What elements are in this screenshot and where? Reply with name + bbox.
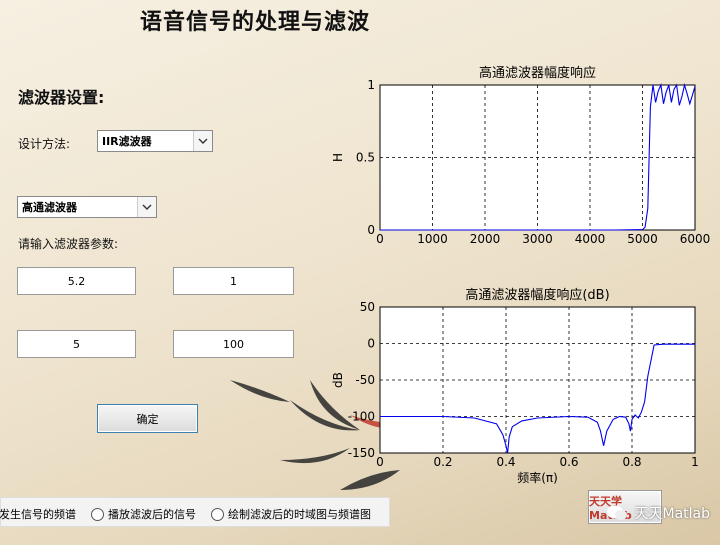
radio-circle-icon bbox=[91, 507, 104, 521]
radio-plot-filtered-label: 绘制滤波后的时域图与频谱图 bbox=[228, 508, 371, 521]
param-input-2[interactable]: 1 bbox=[173, 267, 294, 295]
bottom-radio-bar: 发生信号的频谱 播放滤波后的信号 绘制滤波后的时域图与频谱图 bbox=[0, 497, 390, 527]
param-input-4[interactable]: 100 bbox=[173, 330, 294, 358]
x-tick-label: 3000 bbox=[522, 232, 553, 246]
x-tick-label: 1 bbox=[691, 455, 699, 469]
chevron-down-icon bbox=[193, 131, 212, 151]
y-tick-label: 50 bbox=[360, 300, 375, 314]
x-tick-label: 0 bbox=[376, 232, 384, 246]
x-tick-label: 1000 bbox=[417, 232, 448, 246]
radio-circle-icon bbox=[211, 507, 224, 521]
y-tick-label: 0 bbox=[367, 337, 375, 351]
x-tick-label: 6000 bbox=[680, 232, 711, 246]
design-method-value: IIR滤波器 bbox=[102, 135, 152, 148]
x-tick-label: 0.6 bbox=[559, 455, 578, 469]
page-title: 语音信号的处理与滤波 bbox=[140, 9, 371, 35]
magnitude-response-db-chart: 高通滤波器幅度响应(dB) 0 0.2 0.4 0.6 0.8 1 50 0 -50 -100 -15… bbox=[331, 287, 699, 485]
x-axis-label: 频率(π) bbox=[517, 470, 558, 485]
chart-title: 高通滤波器幅度响应 bbox=[479, 65, 596, 81]
radio-play-filtered[interactable]: 播放滤波后的信号 bbox=[91, 506, 196, 522]
watermark: 天天Matlab bbox=[606, 503, 710, 523]
filter-type-value: 高通滤波器 bbox=[22, 201, 77, 214]
y-axis-label: H bbox=[331, 153, 345, 162]
filter-params-label: 请输入滤波器参数: bbox=[18, 237, 119, 251]
x-tick-label: 2000 bbox=[470, 232, 501, 246]
radio-play-filtered-label: 播放滤波后的信号 bbox=[108, 508, 196, 521]
radio-plot-filtered[interactable]: 绘制滤波后的时域图与频谱图 bbox=[211, 506, 371, 522]
x-tick-label: 0.8 bbox=[622, 455, 641, 469]
y-tick-label: -150 bbox=[348, 446, 375, 460]
param-input-3[interactable]: 5 bbox=[17, 330, 136, 358]
y-tick-label: 0.5 bbox=[356, 151, 375, 165]
y-tick-label: 1 bbox=[367, 78, 375, 92]
param-input-1[interactable]: 5.2 bbox=[17, 267, 136, 295]
design-method-label: 设计方法: bbox=[18, 137, 71, 151]
chart-title: 高通滤波器幅度响应(dB) bbox=[465, 287, 609, 303]
magnitude-response-chart: 高通滤波器幅度响应 0 1000 2000 3000 4000 5000 6000 0 0.5 1 H bbox=[331, 65, 711, 246]
x-tick-label: 0.2 bbox=[433, 455, 452, 469]
x-tick-label: 5000 bbox=[627, 232, 658, 246]
wechat-icon bbox=[607, 505, 628, 520]
chevron-down-icon bbox=[137, 197, 156, 217]
filter-type-select[interactable]: 高通滤波器 bbox=[17, 196, 157, 218]
filter-settings-heading: 滤波器设置: bbox=[18, 88, 105, 107]
x-tick-label: 0.4 bbox=[496, 455, 515, 469]
confirm-button[interactable]: 确定 bbox=[97, 404, 198, 433]
radio-signal-spectrum[interactable]: 发生信号的频谱 bbox=[0, 506, 76, 522]
radio-signal-spectrum-label: 发生信号的频谱 bbox=[0, 508, 76, 521]
watermark-text: 天天Matlab bbox=[634, 506, 710, 522]
y-tick-label: -100 bbox=[348, 410, 375, 424]
y-tick-label: -50 bbox=[355, 373, 375, 387]
y-tick-label: 0 bbox=[367, 223, 375, 237]
x-tick-label: 4000 bbox=[575, 232, 606, 246]
y-axis-label: dB bbox=[331, 372, 345, 388]
x-tick-label: 0 bbox=[376, 455, 384, 469]
design-method-select[interactable]: IIR滤波器 bbox=[97, 130, 213, 152]
